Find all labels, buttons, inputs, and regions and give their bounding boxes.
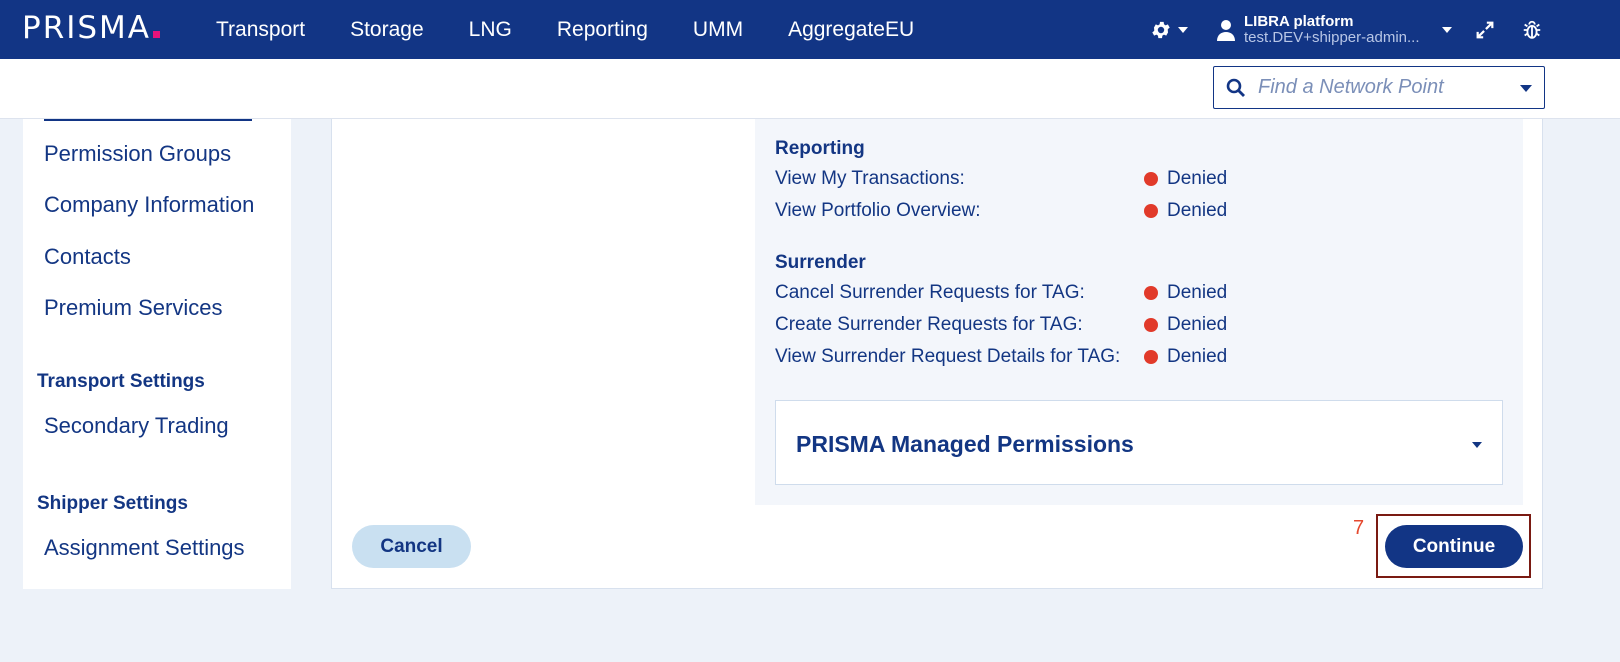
main-nav: Transport Storage LNG Reporting UMM Aggr… (216, 0, 959, 59)
logo-dot (153, 31, 161, 38)
user-email: test.DEV+shipper-admin... (1244, 28, 1420, 46)
nav-umm[interactable]: UMM (693, 18, 743, 42)
permission-label: Create Surrender Requests for TAG: (775, 314, 1083, 335)
prisma-managed-permissions-accordion[interactable]: PRISMA Managed Permissions (775, 400, 1503, 485)
prisma-logo[interactable]: PRISMA (22, 8, 161, 48)
group-title-surrender: Surrender (775, 252, 866, 273)
sidebar-heading-shipper: Shipper Settings (37, 493, 188, 514)
settings-menu[interactable] (1150, 0, 1188, 59)
sidebar-item-assignment-settings[interactable]: Assignment Settings (44, 535, 245, 561)
chevron-down-icon (1472, 442, 1482, 448)
group-title-reporting: Reporting (775, 138, 865, 159)
user-info: LIBRA platform test.DEV+shipper-admin... (1244, 12, 1420, 46)
sidebar-item-permission-groups[interactable]: Permission Groups (44, 141, 231, 167)
expand-icon (1476, 21, 1494, 38)
user-icon (1217, 19, 1235, 41)
fullscreen-button[interactable] (1474, 0, 1496, 59)
settings-sidebar: Permission Groups Company Information Co… (23, 119, 291, 589)
sidebar-item-secondary-trading[interactable]: Secondary Trading (44, 413, 229, 439)
sidebar-item-company-information[interactable]: Company Information (44, 192, 254, 218)
permission-status: Denied (1144, 282, 1227, 304)
permission-label: Cancel Surrender Requests for TAG: (775, 282, 1085, 303)
nav-storage[interactable]: Storage (350, 18, 424, 42)
active-item-underline (44, 119, 252, 121)
permission-label: View Surrender Request Details for TAG: (775, 346, 1121, 367)
permission-label: View Portfolio Overview: (775, 200, 981, 221)
denied-dot-icon (1144, 286, 1158, 300)
search-icon (1226, 78, 1245, 97)
nav-aggregateeu[interactable]: AggregateEU (788, 18, 914, 42)
permission-status: Denied (1144, 346, 1227, 368)
chevron-down-icon (1178, 26, 1188, 33)
user-menu-toggle[interactable] (1436, 0, 1452, 59)
denied-dot-icon (1144, 204, 1158, 218)
top-navbar: PRISMA Transport Storage LNG Reporting U… (0, 0, 1620, 59)
nav-lng[interactable]: LNG (469, 18, 512, 42)
gear-icon (1152, 21, 1170, 38)
chevron-down-icon (1442, 26, 1452, 33)
search-input[interactable] (1258, 76, 1508, 99)
nav-reporting[interactable]: Reporting (557, 18, 648, 42)
chevron-down-icon[interactable] (1520, 85, 1532, 92)
permission-status: Denied (1144, 314, 1227, 336)
denied-dot-icon (1144, 172, 1158, 186)
denied-dot-icon (1144, 350, 1158, 364)
accordion-title: PRISMA Managed Permissions (796, 431, 1134, 457)
permission-label: View My Transactions: (775, 168, 965, 189)
sidebar-item-premium-services[interactable]: Premium Services (44, 295, 222, 321)
continue-button[interactable]: Continue (1385, 525, 1523, 568)
cancel-button[interactable]: Cancel (352, 525, 471, 568)
user-menu[interactable]: LIBRA platform test.DEV+shipper-admin... (1216, 0, 1420, 59)
step-marker: 7 (1353, 517, 1365, 539)
permission-status: Denied (1144, 200, 1227, 222)
user-name: LIBRA platform (1244, 12, 1354, 30)
bug-icon (1523, 20, 1541, 39)
permission-status: Denied (1144, 168, 1227, 190)
bug-report-button[interactable] (1521, 0, 1543, 59)
sidebar-heading-transport: Transport Settings (37, 371, 205, 392)
network-point-search[interactable] (1213, 66, 1545, 109)
sidebar-item-contacts[interactable]: Contacts (44, 244, 131, 270)
denied-dot-icon (1144, 318, 1158, 332)
nav-transport[interactable]: Transport (216, 18, 305, 42)
